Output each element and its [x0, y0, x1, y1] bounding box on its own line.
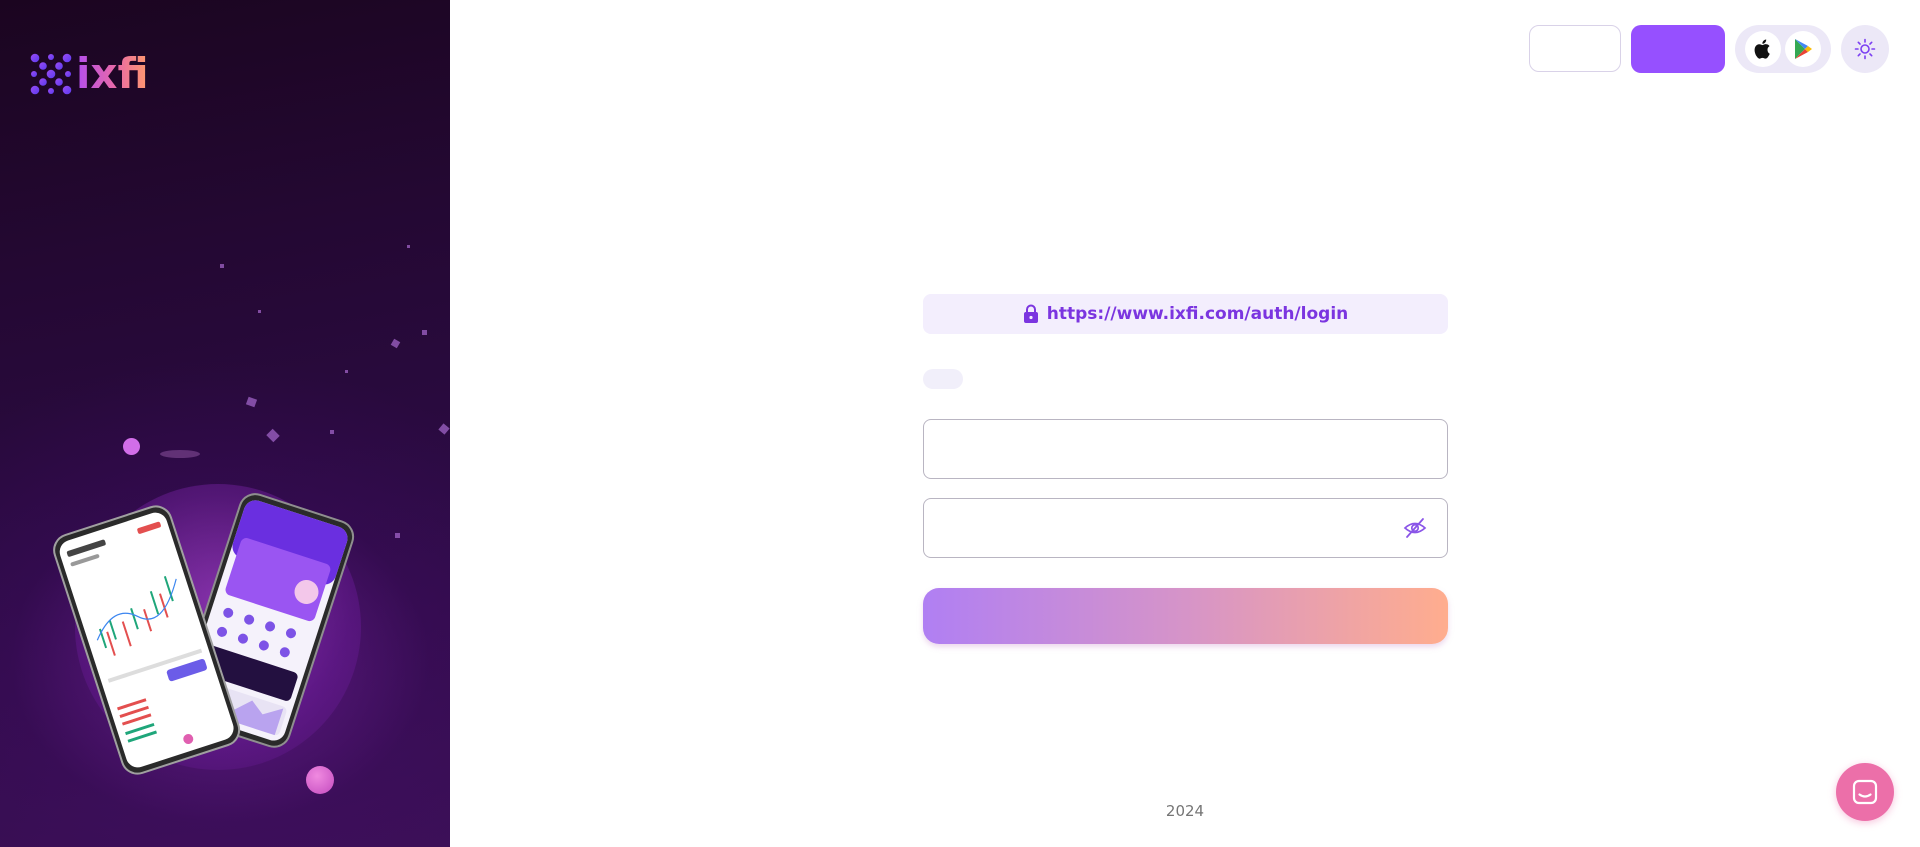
particle-decoration	[438, 423, 450, 435]
particle-decoration	[160, 450, 200, 458]
ixfi-logo-icon	[30, 53, 72, 95]
footer-copyright: 2024	[1165, 802, 1205, 820]
password-input[interactable]	[924, 499, 1447, 557]
particle-decoration	[422, 330, 427, 335]
promo-panel: ixfi	[0, 0, 450, 847]
particle-decoration	[395, 533, 400, 538]
url-text: https://www.ixfi.com/auth/login	[1046, 304, 1349, 324]
mobile-app-illustration	[53, 493, 355, 775]
toggle-password-visibility[interactable]	[1403, 517, 1427, 543]
apple-store-link[interactable]	[1745, 31, 1781, 67]
signup-button[interactable]	[1631, 25, 1725, 73]
support-chat-button[interactable]	[1836, 763, 1894, 821]
login-submit-button[interactable]	[923, 588, 1448, 644]
password-field	[923, 498, 1448, 558]
google-play-link[interactable]	[1785, 31, 1821, 67]
email-field	[923, 419, 1448, 479]
email-input[interactable]	[924, 420, 1447, 478]
orb-decoration	[123, 438, 140, 455]
eye-off-icon	[1403, 518, 1427, 538]
login-button[interactable]	[1529, 25, 1621, 72]
app-store-links	[1735, 25, 1831, 73]
particle-decoration	[407, 245, 410, 248]
theme-toggle[interactable]	[1841, 25, 1889, 73]
particle-decoration	[245, 396, 258, 408]
sun-icon	[1854, 38, 1876, 60]
particle-decoration	[266, 428, 280, 443]
lock-icon	[1023, 304, 1038, 323]
google-play-icon	[1795, 39, 1812, 59]
chat-icon	[1852, 779, 1878, 805]
secure-url-bar: https://www.ixfi.com/auth/login	[923, 294, 1448, 334]
apple-icon	[1754, 39, 1770, 59]
particle-decoration	[345, 370, 348, 373]
title-placeholder	[923, 369, 963, 389]
brand-logo[interactable]: ixfi	[30, 53, 149, 95]
particle-decoration	[220, 264, 224, 268]
particle-decoration	[390, 338, 401, 349]
brand-name: ixfi	[76, 49, 149, 98]
particle-decoration	[330, 430, 334, 434]
particle-decoration	[258, 310, 261, 313]
